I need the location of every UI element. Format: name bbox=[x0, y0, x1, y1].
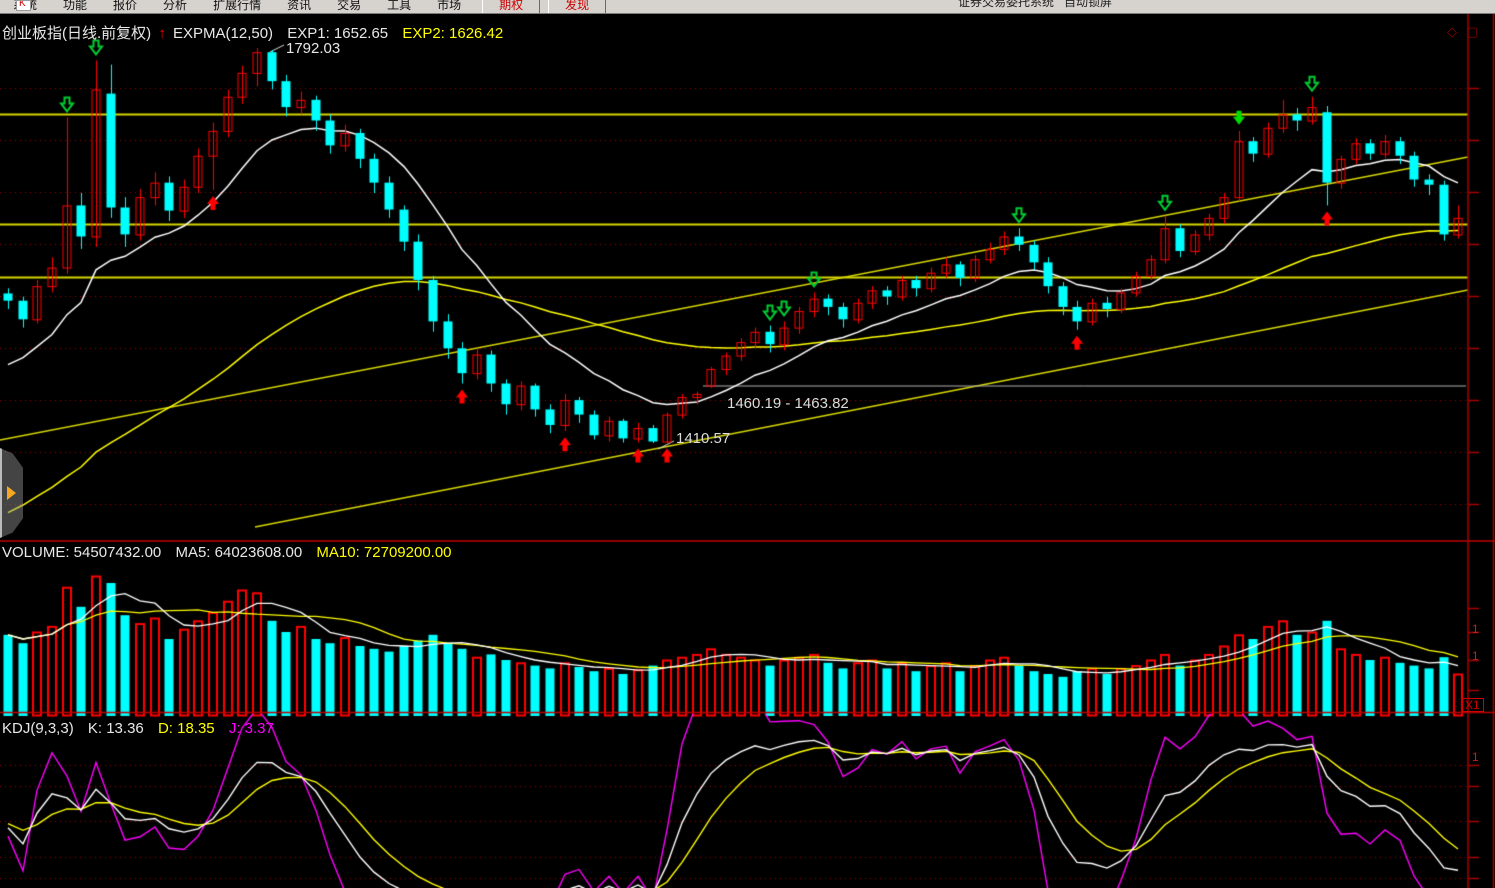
pane-diamond-icon[interactable]: ◇ bbox=[1447, 24, 1457, 40]
pane-maximize-icon[interactable]: ▢ bbox=[1466, 24, 1478, 40]
menu-row: 系统功能报价分析扩展行情资讯交易工具市场期权发现 bbox=[0, 0, 606, 14]
low-price-annotation: 1410.57 bbox=[676, 430, 730, 447]
menu-item-5[interactable]: 资讯 bbox=[274, 0, 324, 14]
volume-axis-label: 1 bbox=[1472, 649, 1479, 663]
gap-price-annotation: 1460.19 - 1463.82 bbox=[727, 395, 849, 412]
menu-item-3[interactable]: 分析 bbox=[150, 0, 200, 14]
menu-hot-item-1[interactable]: 发现 bbox=[548, 0, 606, 14]
menu-bar: 系统功能报价分析扩展行情资讯交易工具市场期权发现 证券交易委托系统 自动锁屏 bbox=[0, 0, 1495, 14]
exp2-value: EXP2: 1626.42 bbox=[392, 25, 503, 42]
menu-item-6[interactable]: 交易 bbox=[324, 0, 374, 14]
volume-ma5-value: MA5: 64023608.00 bbox=[165, 544, 302, 561]
kdj-params-label: KDJ(9,3,3) bbox=[2, 720, 74, 737]
symbol-period-label: 创业板指(日线.前复权) bbox=[2, 25, 151, 42]
menu-hot-item-0[interactable]: 期权 bbox=[482, 0, 540, 14]
kdj-k-value: K: 13.36 bbox=[78, 720, 144, 737]
kdj-d-value: D: 18.35 bbox=[148, 720, 215, 737]
app-icon[interactable]: K bbox=[16, 0, 31, 11]
peak-price-annotation: 1792.03 bbox=[286, 40, 340, 57]
kdj-pane-title: KDJ(9,3,3) K: 13.36 D: 18.35 J: 3.37 bbox=[2, 720, 274, 737]
chart-canvas[interactable] bbox=[0, 0, 1495, 888]
expand-arrow-icon bbox=[7, 486, 16, 500]
menu-item-4[interactable]: 扩展行情 bbox=[200, 0, 274, 14]
menu-right-status: 证券交易委托系统 自动锁屏 bbox=[958, 0, 1112, 10]
menu-item-8[interactable]: 市场 bbox=[424, 0, 474, 14]
volume-zoom-badge[interactable]: X1 bbox=[1461, 698, 1484, 712]
volume-ma10-value: MA10: 72709200.00 bbox=[306, 544, 451, 561]
volume-pane-title: VOLUME: 54507432.00 MA5: 64023608.00 MA1… bbox=[2, 544, 452, 561]
indicator-label: EXPMA(12,50) bbox=[173, 25, 273, 42]
menu-item-7[interactable]: 工具 bbox=[374, 0, 424, 14]
kdj-axis-label: 1 bbox=[1472, 750, 1479, 764]
trading-terminal: 系统功能报价分析扩展行情资讯交易工具市场期权发现 证券交易委托系统 自动锁屏 K… bbox=[0, 0, 1495, 888]
kdj-j-value: J: 3.37 bbox=[219, 720, 274, 737]
main-chart-title: 创业板指(日线.前复权) ↑ EXPMA(12,50) EXP1: 1652.6… bbox=[2, 22, 503, 43]
signal-up-arrow-icon: ↑ bbox=[155, 25, 169, 42]
volume-value: VOLUME: 54507432.00 bbox=[2, 544, 161, 561]
menu-item-2[interactable]: 报价 bbox=[100, 0, 150, 14]
volume-axis-label: 1 bbox=[1472, 622, 1479, 636]
menu-item-1[interactable]: 功能 bbox=[50, 0, 100, 14]
